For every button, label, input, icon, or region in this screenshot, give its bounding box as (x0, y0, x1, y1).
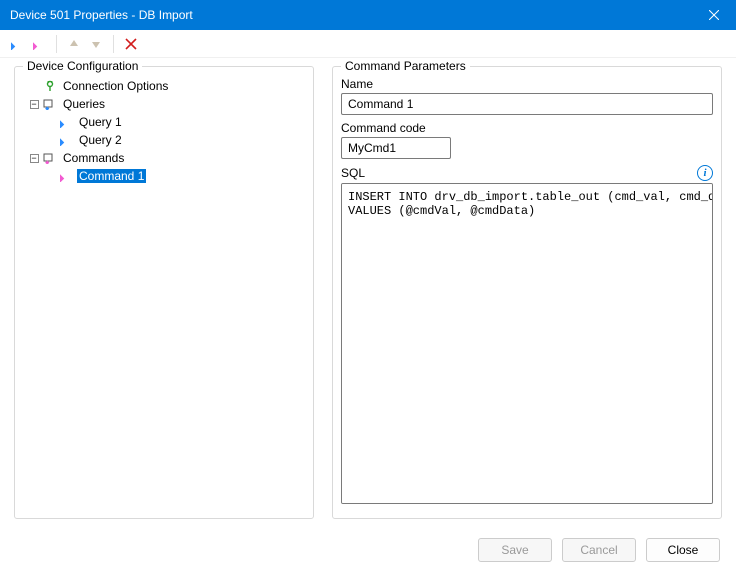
tree-label: Command 1 (77, 169, 146, 183)
toolbar-separator (56, 35, 57, 53)
window-close-button[interactable] (691, 0, 736, 30)
device-configuration-panel: Device Configuration Connection Options … (14, 66, 314, 519)
content-area: Device Configuration Connection Options … (0, 58, 736, 527)
tree-item-commands[interactable]: − Commands (27, 149, 305, 167)
tree-item-connection-options[interactable]: Connection Options (27, 77, 305, 95)
tree-label: Query 2 (77, 133, 124, 147)
delete-button[interactable] (122, 35, 140, 53)
window-title: Device 501 Properties - DB Import (10, 8, 691, 22)
add-query-button[interactable] (8, 35, 26, 53)
info-icon[interactable]: i (697, 165, 713, 181)
toolbar-separator (113, 35, 114, 53)
name-label: Name (341, 77, 713, 91)
toolbar (0, 30, 736, 58)
tree-label: Commands (61, 151, 126, 165)
sql-label: SQL (341, 166, 365, 180)
tree-item-command[interactable]: Command 1 (43, 167, 305, 185)
commands-icon (43, 151, 57, 165)
tree-item-query[interactable]: Query 1 (43, 113, 305, 131)
plug-icon (43, 79, 57, 93)
tree-item-queries[interactable]: − Queries (27, 95, 305, 113)
close-icon (709, 10, 719, 20)
expander-icon[interactable]: − (29, 99, 39, 109)
expander-icon[interactable]: − (29, 153, 39, 163)
move-down-button[interactable] (87, 35, 105, 53)
tree-item-query[interactable]: Query 2 (43, 131, 305, 149)
add-command-button[interactable] (30, 35, 48, 53)
pink-diamond-icon (33, 38, 45, 50)
queries-icon (43, 97, 57, 111)
titlebar: Device 501 Properties - DB Import (0, 0, 736, 30)
name-input[interactable] (341, 93, 713, 115)
close-button[interactable]: Close (646, 538, 720, 562)
config-tree[interactable]: Connection Options − Queries (23, 77, 305, 510)
command-parameters-panel: Command Parameters Name Command code SQL… (332, 66, 722, 519)
dialog-footer: Save Cancel Close (0, 527, 736, 573)
blue-diamond-icon (59, 115, 73, 129)
move-up-button[interactable] (65, 35, 83, 53)
sql-textarea[interactable] (341, 183, 713, 504)
arrow-up-icon (68, 38, 80, 50)
device-configuration-legend: Device Configuration (23, 59, 142, 73)
blue-diamond-icon (11, 38, 23, 50)
tree-label: Query 1 (77, 115, 124, 129)
blue-diamond-icon (59, 133, 73, 147)
delete-x-icon (125, 38, 137, 50)
cancel-button[interactable]: Cancel (562, 538, 636, 562)
pink-diamond-icon (59, 169, 73, 183)
tree-label: Connection Options (61, 79, 170, 93)
arrow-down-icon (90, 38, 102, 50)
tree-label: Queries (61, 97, 107, 111)
save-button[interactable]: Save (478, 538, 552, 562)
command-code-label: Command code (341, 121, 713, 135)
command-code-input[interactable] (341, 137, 451, 159)
command-parameters-legend: Command Parameters (341, 59, 470, 73)
